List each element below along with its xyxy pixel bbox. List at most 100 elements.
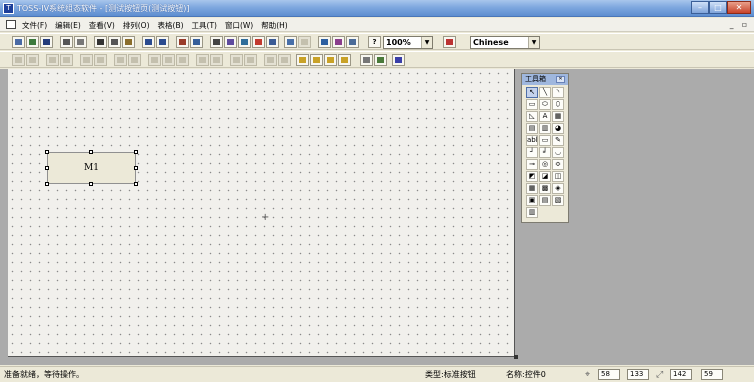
context-help-icon[interactable]: ?	[368, 36, 381, 48]
polygon-tool-icon[interactable]: ◺	[526, 111, 538, 122]
close-icon[interactable]: ✕	[556, 76, 565, 83]
menu-view[interactable]: 查看(V)	[89, 20, 115, 31]
pie-tool-icon[interactable]: ◕	[552, 123, 564, 134]
valve-tool-icon[interactable]: ⊸	[526, 159, 538, 170]
order-forward-icon[interactable]	[244, 54, 257, 66]
run-icon[interactable]	[374, 54, 387, 66]
button-tool-icon[interactable]: ▭	[539, 135, 551, 146]
align-icon[interactable]	[190, 36, 203, 48]
bring-front-icon[interactable]	[210, 54, 223, 66]
compile-icon[interactable]	[332, 36, 345, 48]
new-icon[interactable]	[12, 36, 25, 48]
design-canvas[interactable]: M1 +	[8, 69, 515, 357]
language-select[interactable]: Chinese ▼	[470, 36, 540, 49]
close-button[interactable]: ✕	[727, 1, 751, 14]
resize-handle[interactable]	[45, 182, 49, 186]
align-left-icon[interactable]	[12, 54, 25, 66]
language-icon[interactable]	[443, 36, 456, 48]
gauge-tool-icon[interactable]: ◎	[539, 159, 551, 170]
history-trend-tool-icon[interactable]: ◪	[539, 171, 551, 182]
resize-handle[interactable]	[45, 150, 49, 154]
space-even-icon[interactable]	[196, 54, 209, 66]
rectangle-tool-icon[interactable]: ▭	[526, 99, 538, 110]
layer-icon[interactable]	[338, 54, 351, 66]
line-tool-icon[interactable]: ╲	[539, 87, 551, 98]
draw-icon[interactable]	[210, 36, 223, 48]
settings-tool-icon[interactable]: ◈	[552, 183, 564, 194]
cut-icon[interactable]	[94, 36, 107, 48]
toolbox-title-bar[interactable]: 工具箱 ✕	[522, 74, 568, 85]
mdi-controls[interactable]: _ ▫	[730, 20, 750, 29]
menu-edit[interactable]: 编辑(E)	[55, 20, 81, 31]
lock-icon[interactable]	[310, 54, 323, 66]
app-icon[interactable]: T	[3, 3, 14, 14]
resize-handle[interactable]	[89, 150, 93, 154]
copy-icon[interactable]	[108, 36, 121, 48]
open-icon[interactable]	[26, 36, 39, 48]
help-icon[interactable]	[346, 36, 359, 48]
chevron-down-icon[interactable]: ▼	[421, 37, 432, 48]
check-icon[interactable]	[318, 36, 331, 48]
align-bottom-icon[interactable]	[60, 54, 73, 66]
align-top-icon[interactable]	[46, 54, 59, 66]
corner-tool-icon[interactable]: ┘	[526, 147, 538, 158]
motor-tool-icon[interactable]: ≎	[552, 159, 564, 170]
ellipse-tool-icon[interactable]: ⬭	[539, 99, 551, 110]
redo-icon[interactable]	[156, 36, 169, 48]
resize-handle[interactable]	[134, 150, 138, 154]
rounded-rect-tool-icon[interactable]: ⬯	[552, 99, 564, 110]
center-horizontal-icon[interactable]	[94, 54, 107, 66]
grid-toggle-icon[interactable]	[392, 54, 405, 66]
minimize-button[interactable]: –	[691, 1, 709, 14]
grid-tool-icon[interactable]: ▩	[539, 183, 551, 194]
chevron-down-icon[interactable]: ▼	[528, 37, 539, 48]
table-tool-icon[interactable]: ▦	[526, 183, 538, 194]
picture-tool-icon[interactable]: ▥	[539, 123, 551, 134]
font-icon[interactable]	[238, 36, 251, 48]
menu-table[interactable]: 表格(B)	[158, 20, 184, 31]
print-preview-icon[interactable]	[74, 36, 87, 48]
send-back-icon[interactable]	[230, 54, 243, 66]
menu-tools[interactable]: 工具(T)	[192, 20, 217, 31]
bitmap-tool-icon[interactable]: ▤	[526, 123, 538, 134]
resize-handle[interactable]	[134, 166, 138, 170]
menu-file[interactable]: 文件(F)	[22, 20, 47, 31]
custom-tool-icon[interactable]: ▥	[526, 207, 538, 218]
pen-tool-icon[interactable]: ✎	[552, 135, 564, 146]
print-icon[interactable]	[60, 36, 73, 48]
button-control-m1[interactable]: M1	[47, 152, 136, 184]
report-tool-icon[interactable]: ▤	[539, 195, 551, 206]
paste-icon[interactable]	[122, 36, 135, 48]
image-icon[interactable]	[224, 36, 237, 48]
undo-icon[interactable]	[142, 36, 155, 48]
same-size-icon[interactable]	[148, 54, 161, 66]
lock-icon[interactable]	[360, 54, 373, 66]
chart-icon[interactable]	[252, 36, 265, 48]
same-width-icon[interactable]	[114, 54, 127, 66]
align-right-icon[interactable]	[26, 54, 39, 66]
alarm-tool-icon[interactable]: ▣	[526, 195, 538, 206]
textbox-tool-icon[interactable]: abl	[526, 135, 538, 146]
menu-arrange[interactable]: 排列(O)	[123, 20, 150, 31]
properties-icon[interactable]	[298, 36, 311, 48]
resize-handle[interactable]	[89, 182, 93, 186]
menu-help[interactable]: 帮助(H)	[261, 20, 288, 31]
image-tool-icon[interactable]: ▦	[552, 111, 564, 122]
maximize-button[interactable]: □	[709, 1, 727, 14]
group-icon[interactable]	[278, 54, 291, 66]
canvas-resize-handle[interactable]	[514, 355, 518, 359]
pipe-tool-icon[interactable]: ╛	[539, 147, 551, 158]
menu-window[interactable]: 窗口(W)	[225, 20, 253, 31]
arc-tool-icon[interactable]: ◝	[552, 87, 564, 98]
document-icon[interactable]	[6, 20, 16, 29]
grid-icon[interactable]	[284, 36, 297, 48]
tab-order-icon[interactable]	[324, 54, 337, 66]
window-tool-icon[interactable]: ▧	[552, 195, 564, 206]
resize-handle[interactable]	[45, 166, 49, 170]
same-height-icon[interactable]	[128, 54, 141, 66]
center-vertical-icon[interactable]	[80, 54, 93, 66]
curve-tool-icon[interactable]: ◡	[552, 147, 564, 158]
pointer-tool-icon[interactable]: ↖	[526, 87, 538, 98]
order-backward-icon[interactable]	[264, 54, 277, 66]
zoom-select[interactable]: 100% ▼	[383, 36, 433, 49]
